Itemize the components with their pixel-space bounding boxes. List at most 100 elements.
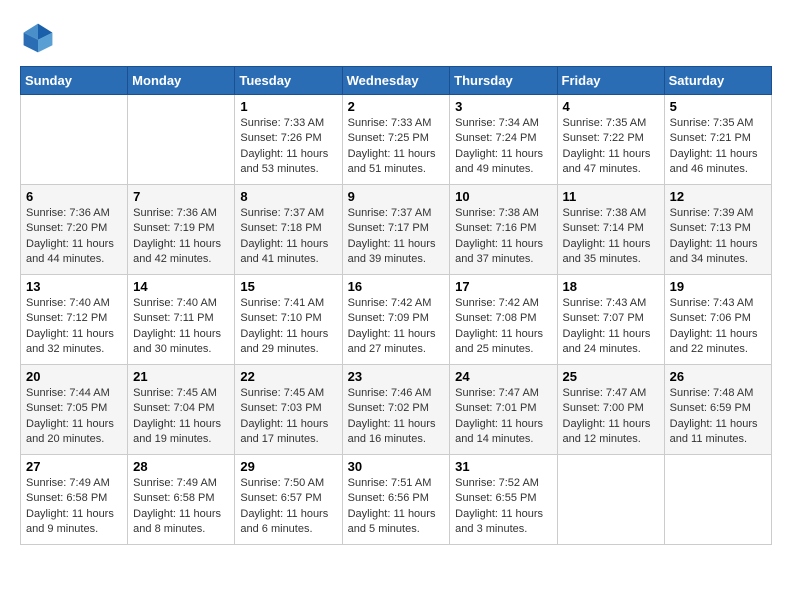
weekday-row: SundayMondayTuesdayWednesdayThursdayFrid… — [21, 67, 772, 95]
day-info: Sunrise: 7:36 AMSunset: 7:19 PMDaylight:… — [133, 206, 229, 268]
calendar-cell: 5 Sunrise: 7:35 AMSunset: 7:21 PMDaylight… — [664, 95, 771, 185]
calendar-cell: 27 Sunrise: 7:49 AMSunset: 6:58 PMDayligh… — [21, 455, 128, 545]
day-number: 25 — [563, 369, 659, 384]
day-info: Sunrise: 7:47 AMSunset: 7:01 PMDaylight:… — [455, 386, 551, 448]
day-info: Sunrise: 7:45 AMSunset: 7:03 PMDaylight:… — [240, 386, 336, 448]
day-info: Sunrise: 7:33 AMSunset: 7:26 PMDaylight:… — [240, 116, 336, 178]
day-number: 16 — [348, 279, 445, 294]
day-number: 5 — [670, 99, 766, 114]
calendar-cell: 9Sunrise: 7:37 AMSunset: 7:17 PMDaylight… — [342, 185, 450, 275]
calendar-cell: 8 Sunrise: 7:37 AMSunset: 7:18 PMDaylight… — [235, 185, 342, 275]
weekday-header: Monday — [128, 67, 235, 95]
calendar-cell: 3 Sunrise: 7:34 AMSunset: 7:24 PMDaylight… — [450, 95, 557, 185]
day-info: Sunrise: 7:46 AMSunset: 7:02 PMDaylight:… — [348, 386, 445, 448]
day-number: 9 — [348, 189, 445, 204]
calendar-cell — [557, 455, 664, 545]
day-info: Sunrise: 7:42 AMSunset: 7:08 PMDaylight:… — [455, 296, 551, 358]
calendar-week-row: 6Sunrise: 7:36 AMSunset: 7:20 PMDaylight… — [21, 185, 772, 275]
logo — [20, 20, 62, 56]
calendar-cell: 13Sunrise: 7:40 AMSunset: 7:12 PMDayligh… — [21, 275, 128, 365]
weekday-header: Wednesday — [342, 67, 450, 95]
weekday-header: Thursday — [450, 67, 557, 95]
calendar-cell — [21, 95, 128, 185]
day-number: 17 — [455, 279, 551, 294]
day-info: Sunrise: 7:52 AMSunset: 6:55 PMDaylight:… — [455, 476, 551, 538]
day-info: Sunrise: 7:42 AMSunset: 7:09 PMDaylight:… — [348, 296, 445, 358]
day-number: 12 — [670, 189, 766, 204]
day-number: 29 — [240, 459, 336, 474]
calendar-cell: 4Sunrise: 7:35 AMSunset: 7:22 PMDaylight… — [557, 95, 664, 185]
day-number: 31 — [455, 459, 551, 474]
calendar-cell: 17 Sunrise: 7:42 AMSunset: 7:08 PMDayligh… — [450, 275, 557, 365]
day-info: Sunrise: 7:48 AMSunset: 6:59 PMDaylight:… — [670, 386, 766, 448]
day-number: 8 — [240, 189, 336, 204]
day-number: 3 — [455, 99, 551, 114]
calendar-week-row: 13Sunrise: 7:40 AMSunset: 7:12 PMDayligh… — [21, 275, 772, 365]
day-number: 7 — [133, 189, 229, 204]
calendar-cell: 23 Sunrise: 7:46 AMSunset: 7:02 PMDayligh… — [342, 365, 450, 455]
day-number: 26 — [670, 369, 766, 384]
calendar-cell: 15Sunrise: 7:41 AMSunset: 7:10 PMDayligh… — [235, 275, 342, 365]
calendar-cell: 18 Sunrise: 7:43 AMSunset: 7:07 PMDayligh… — [557, 275, 664, 365]
day-info: Sunrise: 7:35 AMSunset: 7:21 PMDaylight:… — [670, 116, 766, 178]
weekday-header: Sunday — [21, 67, 128, 95]
calendar-cell: 31 Sunrise: 7:52 AMSunset: 6:55 PMDayligh… — [450, 455, 557, 545]
day-number: 23 — [348, 369, 445, 384]
day-number: 15 — [240, 279, 336, 294]
day-number: 27 — [26, 459, 122, 474]
weekday-header: Tuesday — [235, 67, 342, 95]
day-number: 1 — [240, 99, 336, 114]
day-info: Sunrise: 7:49 AMSunset: 6:58 PMDaylight:… — [26, 476, 122, 538]
calendar-cell: 11Sunrise: 7:38 AMSunset: 7:14 PMDayligh… — [557, 185, 664, 275]
calendar-cell: 6Sunrise: 7:36 AMSunset: 7:20 PMDaylight… — [21, 185, 128, 275]
day-info: Sunrise: 7:43 AMSunset: 7:07 PMDaylight:… — [563, 296, 659, 358]
day-number: 13 — [26, 279, 122, 294]
calendar-body: 1 Sunrise: 7:33 AMSunset: 7:26 PMDaylight… — [21, 95, 772, 545]
day-number: 20 — [26, 369, 122, 384]
calendar-cell: 1 Sunrise: 7:33 AMSunset: 7:26 PMDaylight… — [235, 95, 342, 185]
day-info: Sunrise: 7:43 AMSunset: 7:06 PMDaylight:… — [670, 296, 766, 358]
day-number: 28 — [133, 459, 229, 474]
calendar-week-row: 20 Sunrise: 7:44 AMSunset: 7:05 PMDayligh… — [21, 365, 772, 455]
calendar-header: SundayMondayTuesdayWednesdayThursdayFrid… — [21, 67, 772, 95]
day-number: 14 — [133, 279, 229, 294]
calendar-cell: 29 Sunrise: 7:50 AMSunset: 6:57 PMDayligh… — [235, 455, 342, 545]
calendar-cell: 30 Sunrise: 7:51 AMSunset: 6:56 PMDayligh… — [342, 455, 450, 545]
calendar-cell: 14 Sunrise: 7:40 AMSunset: 7:11 PMDayligh… — [128, 275, 235, 365]
calendar-week-row: 27 Sunrise: 7:49 AMSunset: 6:58 PMDayligh… — [21, 455, 772, 545]
day-info: Sunrise: 7:47 AMSunset: 7:00 PMDaylight:… — [563, 386, 659, 448]
calendar-cell: 22 Sunrise: 7:45 AMSunset: 7:03 PMDayligh… — [235, 365, 342, 455]
day-number: 30 — [348, 459, 445, 474]
day-info: Sunrise: 7:33 AMSunset: 7:25 PMDaylight:… — [348, 116, 445, 178]
day-number: 18 — [563, 279, 659, 294]
day-info: Sunrise: 7:51 AMSunset: 6:56 PMDaylight:… — [348, 476, 445, 538]
calendar-cell: 2 Sunrise: 7:33 AMSunset: 7:25 PMDaylight… — [342, 95, 450, 185]
calendar-cell: 26 Sunrise: 7:48 AMSunset: 6:59 PMDayligh… — [664, 365, 771, 455]
day-info: Sunrise: 7:45 AMSunset: 7:04 PMDaylight:… — [133, 386, 229, 448]
day-info: Sunrise: 7:34 AMSunset: 7:24 PMDaylight:… — [455, 116, 551, 178]
day-number: 4 — [563, 99, 659, 114]
calendar-cell: 19 Sunrise: 7:43 AMSunset: 7:06 PMDayligh… — [664, 275, 771, 365]
day-info: Sunrise: 7:44 AMSunset: 7:05 PMDaylight:… — [26, 386, 122, 448]
calendar-cell: 28 Sunrise: 7:49 AMSunset: 6:58 PMDayligh… — [128, 455, 235, 545]
day-number: 24 — [455, 369, 551, 384]
calendar-cell: 21 Sunrise: 7:45 AMSunset: 7:04 PMDayligh… — [128, 365, 235, 455]
day-info: Sunrise: 7:38 AMSunset: 7:16 PMDaylight:… — [455, 206, 551, 268]
day-number: 2 — [348, 99, 445, 114]
day-info: Sunrise: 7:37 AMSunset: 7:18 PMDaylight:… — [240, 206, 336, 268]
day-number: 11 — [563, 189, 659, 204]
day-number: 21 — [133, 369, 229, 384]
calendar-cell: 24 Sunrise: 7:47 AMSunset: 7:01 PMDayligh… — [450, 365, 557, 455]
day-number: 19 — [670, 279, 766, 294]
calendar-week-row: 1 Sunrise: 7:33 AMSunset: 7:26 PMDaylight… — [21, 95, 772, 185]
day-info: Sunrise: 7:49 AMSunset: 6:58 PMDaylight:… — [133, 476, 229, 538]
calendar-cell: 16 Sunrise: 7:42 AMSunset: 7:09 PMDayligh… — [342, 275, 450, 365]
calendar-table: SundayMondayTuesdayWednesdayThursdayFrid… — [20, 66, 772, 545]
day-number: 22 — [240, 369, 336, 384]
day-number: 10 — [455, 189, 551, 204]
day-info: Sunrise: 7:50 AMSunset: 6:57 PMDaylight:… — [240, 476, 336, 538]
calendar-cell: 25 Sunrise: 7:47 AMSunset: 7:00 PMDayligh… — [557, 365, 664, 455]
day-info: Sunrise: 7:40 AMSunset: 7:11 PMDaylight:… — [133, 296, 229, 358]
day-number: 6 — [26, 189, 122, 204]
weekday-header: Saturday — [664, 67, 771, 95]
